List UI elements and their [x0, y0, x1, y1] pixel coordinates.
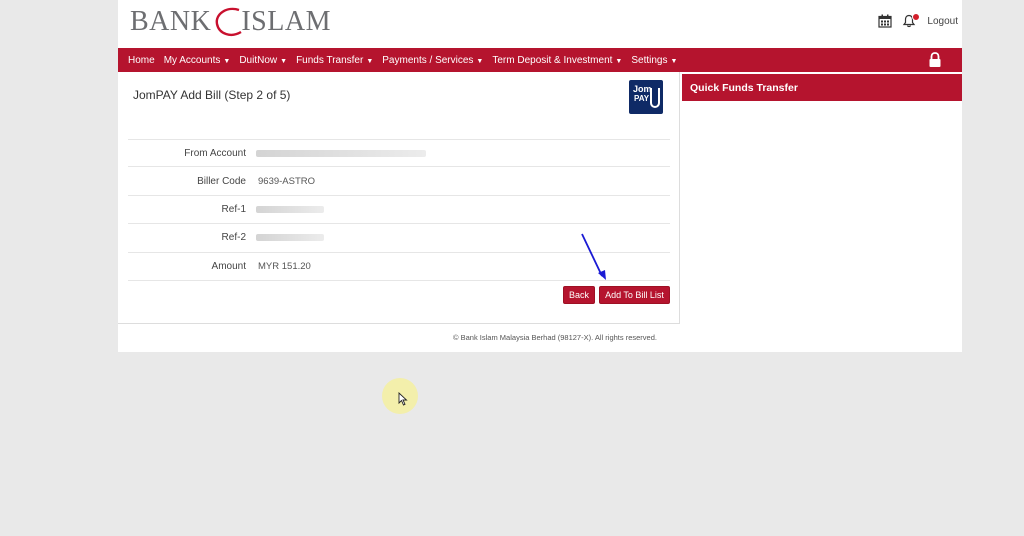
header: BANK ISLAM Logout: [118, 0, 962, 48]
lock-icon[interactable]: [928, 52, 942, 68]
jompay-logo: Jom PAY: [629, 80, 663, 114]
label-ref1: Ref-1: [221, 203, 246, 215]
caret-down-icon: ▼: [615, 57, 623, 65]
jompay-j-mark-icon: [650, 88, 660, 108]
value-from-account-masked: [256, 149, 426, 157]
quick-funds-transfer-header[interactable]: Quick Funds Transfer: [682, 74, 962, 101]
label-biller-code: Biller Code: [197, 175, 246, 187]
jompay-logo-line2: PAY: [634, 94, 650, 103]
footer-copyright: © Bank Islam Malaysia Berhad (98127-X). …: [453, 333, 657, 342]
action-buttons: Back Add To Bill List: [563, 286, 670, 304]
main-panel: JomPAY Add Bill (Step 2 of 5) Jom PAY Fr…: [118, 72, 680, 324]
label-ref2: Ref-2: [221, 232, 246, 244]
back-button[interactable]: Back: [563, 286, 595, 304]
value-ref2-masked: [256, 234, 324, 242]
page-container: BANK ISLAM Logout Home My Accounts ▼ Dui…: [118, 0, 962, 352]
main-navbar: Home My Accounts ▼ DuitNow ▼ Funds Transfe…: [118, 48, 962, 72]
nav-payments-services[interactable]: Payments / Services ▼: [382, 55, 483, 66]
nav-home[interactable]: Home: [128, 55, 155, 66]
caret-down-icon: ▼: [366, 57, 374, 65]
nav-my-accounts[interactable]: My Accounts ▼: [164, 55, 231, 66]
caret-down-icon: ▼: [280, 57, 288, 65]
value-biller-code: 9639-ASTRO: [258, 175, 316, 187]
value-amount: MYR 151.20: [258, 260, 311, 272]
nav-term-deposit-investment[interactable]: Term Deposit & Investment ▼: [492, 55, 622, 66]
value-ref1-masked: [256, 205, 324, 213]
quick-funds-transfer-panel: Quick Funds Transfer: [682, 74, 962, 352]
label-from-account: From Account: [184, 147, 246, 159]
caret-down-icon: ▼: [670, 57, 678, 65]
mouse-pointer-icon: [398, 392, 408, 406]
add-to-bill-list-button[interactable]: Add To Bill List: [599, 286, 670, 304]
notification-bell-icon[interactable]: [901, 13, 921, 29]
annotation-arrow-icon: [581, 233, 606, 280]
caret-down-icon: ▼: [223, 57, 231, 65]
logout-link[interactable]: Logout: [927, 16, 958, 27]
notification-badge: [912, 13, 921, 21]
caret-down-icon: ▼: [476, 57, 484, 65]
label-amount: Amount: [211, 260, 246, 272]
logo-text-bank: BANK: [130, 6, 212, 37]
header-tools: Logout: [877, 12, 958, 30]
page-title: JomPAY Add Bill (Step 2 of 5): [133, 88, 291, 102]
nav-settings[interactable]: Settings ▼: [631, 55, 677, 66]
nav-duitnow[interactable]: DuitNow ▼: [239, 55, 287, 66]
row-biller-code: Biller Code 9639-ASTRO: [128, 167, 670, 196]
calendar-icon[interactable]: [877, 13, 893, 29]
logo-swoosh-icon: [216, 7, 242, 36]
nav-funds-transfer[interactable]: Funds Transfer ▼: [296, 55, 373, 66]
logo-text-islam: ISLAM: [241, 6, 331, 37]
row-ref1: Ref-1: [128, 196, 670, 225]
row-from-account: From Account: [128, 139, 670, 168]
bank-islam-logo[interactable]: BANK ISLAM: [130, 4, 331, 40]
jompay-logo-line1: Jom: [633, 84, 652, 94]
